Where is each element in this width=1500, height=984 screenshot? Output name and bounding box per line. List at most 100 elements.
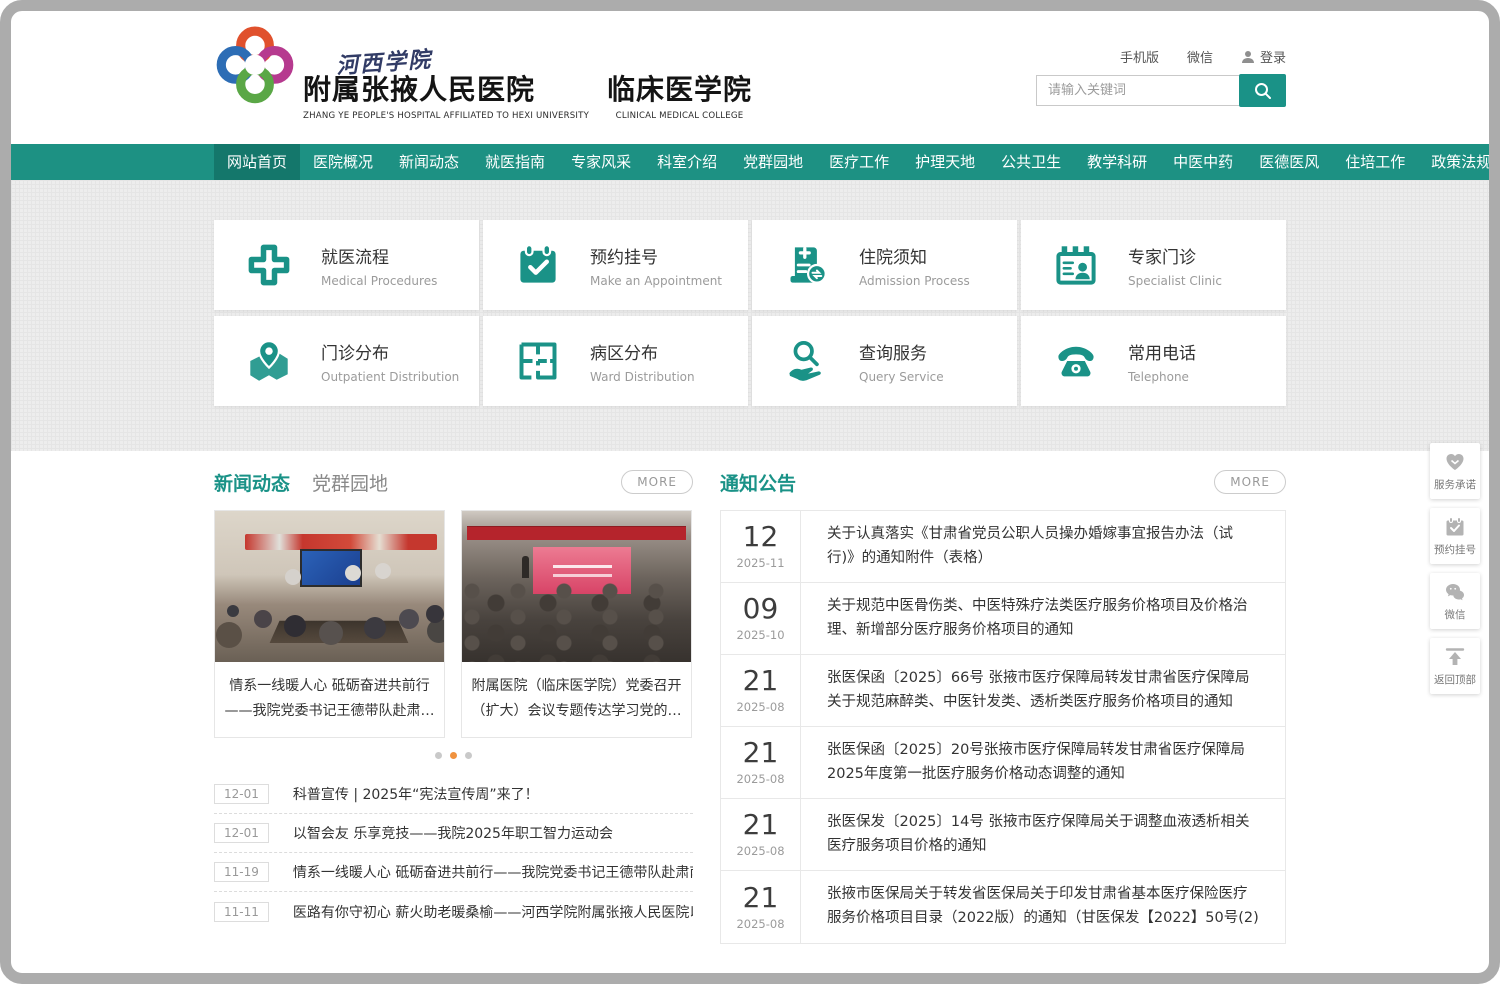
notice-yearmonth: 2025-08	[736, 700, 784, 714]
notice-yearmonth: 2025-11	[736, 556, 784, 570]
nav-item-policy[interactable]: 政策法规	[1418, 144, 1500, 180]
notice-title: 张医保函〔2025〕66号 张掖市医疗保障局转发甘肃省医疗保障局关于规范麻醉类、…	[801, 655, 1285, 726]
news-carousel: 情系一线暖人心 砥砺奋进共前行 ——我院党委书记王德带队赴肃… 附属医院（临	[214, 510, 693, 738]
nav-item-home[interactable]: 网站首页	[214, 144, 300, 180]
float-service-promise[interactable]: 服务承诺	[1430, 443, 1480, 499]
news-slide-2[interactable]: 附属医院（临床医学院）党委召开 （扩大）会议专题传达学习党的…	[461, 510, 692, 738]
notice-row[interactable]: 21 2025-08 张医保函〔2025〕66号 张掖市医疗保障局转发甘肃省医疗保…	[721, 655, 1285, 727]
news-section: 新闻动态 党群园地 MORE 情系一线暖人心 砥砺奋进共前行	[214, 466, 693, 931]
notice-yearmonth: 2025-10	[736, 628, 784, 642]
search-input[interactable]	[1036, 75, 1239, 106]
college-title: 临床医学院	[607, 75, 752, 106]
card-subtitle: Telephone	[1128, 370, 1196, 384]
hospital-logo[interactable]: 河西学院 附属张掖人民医院 ZHANG YE PEOPLE'S HOSPITAL…	[214, 21, 854, 137]
news-slide-caption: 情系一线暖人心 砥砺奋进共前行 ——我院党委书记王德带队赴肃…	[215, 662, 444, 737]
notice-title: 张掖市医保局关于转发省医保局关于印发甘肃省基本医疗保险医疗服务价格项目目录（20…	[801, 871, 1285, 943]
float-label: 返回顶部	[1430, 672, 1480, 687]
photo-table	[269, 621, 408, 643]
hospital-title-en: ZHANG YE PEOPLE'S HOSPITAL AFFILIATED TO…	[303, 111, 589, 121]
topbar: 手机版 微信 登录	[1120, 47, 1286, 66]
carousel-dot-1[interactable]	[435, 752, 442, 759]
card-subtitle: Make an Appointment	[590, 274, 722, 288]
notice-day: 21	[743, 667, 779, 695]
card-outpatient-distribution[interactable]: 门诊分布Outpatient Distribution	[214, 316, 479, 406]
hospital-title: 附属张掖人民医院	[303, 75, 589, 106]
news-list-item[interactable]: 12-01 以智会友 乐享竞技——我院2025年职工智力运动会	[214, 814, 693, 853]
tab-news[interactable]: 新闻动态	[214, 469, 290, 496]
card-subtitle: Ward Distribution	[590, 370, 695, 384]
card-specialist-clinic[interactable]: 专家门诊Specialist Clinic	[1021, 220, 1286, 310]
float-appointment[interactable]: 预约挂号	[1430, 508, 1480, 564]
news-list-item[interactable]: 11-19 情系一线暖人心 砥砺奋进共前行——我院党委书记王德带队赴肃南县、高…	[214, 853, 693, 892]
search-icon	[1254, 82, 1272, 100]
card-title: 常用电话	[1128, 339, 1196, 364]
notice-table: 122025-11 关于认真落实《甘肃省党员公职人员操办婚嫁事宜报告办法（试行)…	[720, 510, 1286, 944]
nav-item-ethics[interactable]: 医德医风	[1246, 144, 1332, 180]
nav-item-news[interactable]: 新闻动态	[386, 144, 472, 180]
notice-row[interactable]: 212025-08 张医保函〔2025〕20号张掖市医疗保障局转发甘肃省医疗保障…	[721, 727, 1285, 799]
card-title: 预约挂号	[590, 243, 722, 268]
carousel-dot-3[interactable]	[465, 752, 472, 759]
nav-item-teaching-research[interactable]: 教学科研	[1074, 144, 1160, 180]
browser-page: 河西学院 附属张掖人民医院 ZHANG YE PEOPLE'S HOSPITAL…	[0, 0, 1500, 984]
login-link[interactable]: 登录	[1241, 47, 1286, 66]
main-content: 新闻动态 党群园地 MORE 情系一线暖人心 砥砺奋进共前行	[11, 451, 1489, 944]
card-medical-procedures[interactable]: 就医流程Medical Procedures	[214, 220, 479, 310]
nav-item-public-health[interactable]: 公共卫生	[988, 144, 1074, 180]
notice-yearmonth: 2025-08	[736, 917, 784, 931]
nav-item-residency[interactable]: 住培工作	[1332, 144, 1418, 180]
card-ward-distribution[interactable]: 病区分布 Ward Distribution	[483, 316, 748, 406]
news-list: 12-01 科普宣传 | 2025年“宪法宣传周”来了！ 12-01 以智会友 …	[214, 775, 693, 931]
float-wechat[interactable]: 微信	[1430, 573, 1480, 629]
notice-more-button[interactable]: MORE	[1214, 470, 1286, 494]
card-title: 就医流程	[321, 243, 437, 268]
carousel-dot-2-active[interactable]	[450, 752, 457, 759]
nav-item-tcm[interactable]: 中医中药	[1160, 144, 1246, 180]
photo-red-banner	[245, 534, 437, 551]
medical-cross-icon	[247, 243, 291, 287]
notice-row[interactable]: 212025-08 张医保发〔2025〕14号 张掖市医疗保障局关于调整血液透析…	[721, 799, 1285, 871]
notice-section-title: 通知公告	[720, 469, 796, 496]
news-title: 医路有你守初心 薪火助老暖桑榆——河西学院附属张掖人民医院以党建引…	[293, 902, 693, 922]
notice-row[interactable]: 122025-11 关于认真落实《甘肃省党员公职人员操办婚嫁事宜报告办法（试行)…	[721, 511, 1285, 583]
news-slide-1[interactable]: 情系一线暖人心 砥砺奋进共前行 ——我院党委书记王德带队赴肃…	[214, 510, 445, 738]
news-photo-conference-hall	[462, 511, 691, 662]
photo-audience-seats	[462, 583, 691, 662]
card-subtitle: Outpatient Distribution	[321, 370, 459, 384]
arrow-up-icon	[1444, 646, 1466, 668]
notice-title: 关于规范中医骨伤类、中医特殊疗法类医疗服务价格项目及价格治理、新增部分医疗服务价…	[801, 583, 1285, 654]
wechat-link[interactable]: 微信	[1187, 47, 1213, 66]
card-telephone[interactable]: 常用电话 Telephone	[1021, 316, 1286, 406]
card-title: 病区分布	[590, 339, 695, 364]
notice-day: 21	[743, 884, 779, 912]
mobile-version-link[interactable]: 手机版	[1120, 47, 1159, 66]
notice-title: 张医保函〔2025〕20号张掖市医疗保障局转发甘肃省医疗保障局2025年度第一批…	[801, 727, 1285, 798]
news-more-button[interactable]: MORE	[621, 470, 693, 494]
notice-row[interactable]: 092025-10 关于规范中医骨伤类、中医特殊疗法类医疗服务价格项目及价格治理…	[721, 583, 1285, 655]
tab-party-garden[interactable]: 党群园地	[312, 469, 388, 496]
nav-item-nursing[interactable]: 护理天地	[902, 144, 988, 180]
news-date: 12-01	[214, 784, 269, 804]
card-admission[interactable]: 住院须知Admission Process	[752, 220, 1017, 310]
photo-people	[227, 605, 239, 617]
notice-title: 关于认真落实《甘肃省党员公职人员操办婚嫁事宜报告办法（试行)》的通知附件（表格）	[801, 511, 1285, 582]
news-list-item[interactable]: 11-11 医路有你守初心 薪火助老暖桑榆——河西学院附属张掖人民医院以党建引…	[214, 892, 693, 931]
card-title: 专家门诊	[1128, 243, 1222, 268]
login-label: 登录	[1260, 47, 1286, 66]
notice-row[interactable]: 21 2025-08 张掖市医保局关于转发省医保局关于印发甘肃省基本医疗保险医疗服…	[721, 871, 1285, 943]
nav-item-departments[interactable]: 科室介绍	[644, 144, 730, 180]
card-title: 住院须知	[859, 243, 970, 268]
nav-item-experts[interactable]: 专家风采	[558, 144, 644, 180]
nav-item-patient-guide[interactable]: 就医指南	[472, 144, 558, 180]
main-navigation: 网站首页 医院概况 新闻动态 就医指南 专家风采 科室介绍 党群园地 医疗工作 …	[11, 144, 1489, 180]
notice-yearmonth: 2025-08	[736, 844, 784, 858]
float-label: 服务承诺	[1430, 477, 1480, 492]
nav-item-party[interactable]: 党群园地	[730, 144, 816, 180]
nav-item-medical-work[interactable]: 医疗工作	[816, 144, 902, 180]
card-appointment[interactable]: 预约挂号 Make an Appointment	[483, 220, 748, 310]
nav-item-hospital-overview[interactable]: 医院概况	[300, 144, 386, 180]
search-button[interactable]	[1239, 74, 1286, 107]
float-back-to-top[interactable]: 返回顶部	[1430, 638, 1480, 694]
card-query-service[interactable]: 查询服务Query Service	[752, 316, 1017, 406]
news-list-item[interactable]: 12-01 科普宣传 | 2025年“宪法宣传周”来了！	[214, 775, 693, 814]
